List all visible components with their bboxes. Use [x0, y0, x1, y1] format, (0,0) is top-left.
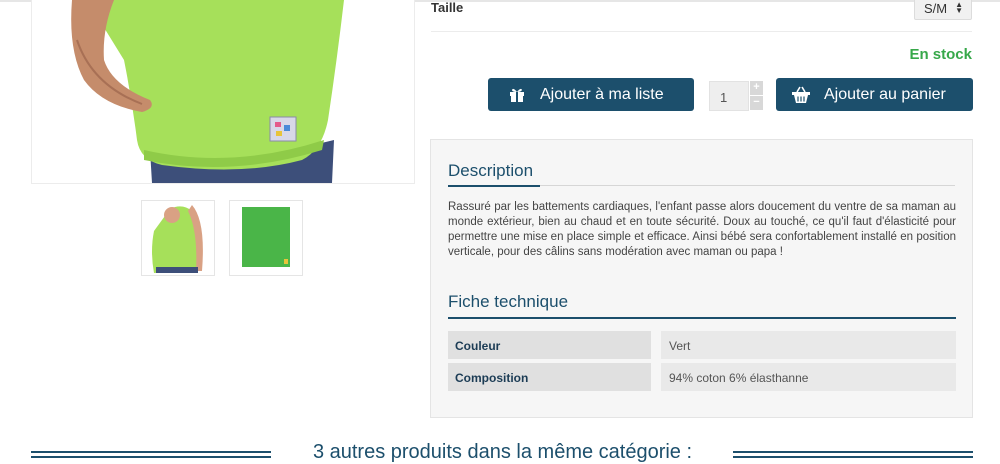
size-selected-value: S/M [924, 1, 948, 16]
heading-line-left [31, 451, 271, 458]
wishlist-button-label: Ajouter à ma liste [540, 85, 664, 103]
thumbnail-image [230, 201, 302, 275]
thumbnail-worn[interactable] [141, 200, 215, 276]
product-photo [32, 0, 414, 183]
quantity-input[interactable]: 1 [709, 81, 749, 111]
description-underline [448, 185, 540, 187]
add-to-cart-button[interactable]: Ajouter au panier [776, 78, 973, 111]
spec-rule [448, 317, 956, 319]
thumbnail-image [142, 201, 214, 275]
quantity-increase-button[interactable]: + [750, 81, 763, 95]
product-main-image[interactable] [31, 0, 415, 184]
spec-value: Vert [661, 331, 956, 359]
thumbnail-flat[interactable] [229, 200, 303, 276]
spec-value: 94% coton 6% élasthanne [661, 363, 956, 391]
description-title: Description [448, 161, 534, 180]
product-details-panel: Description Rassuré par les battements c… [430, 139, 973, 418]
spec-row: Composition 94% coton 6% élasthanne [448, 363, 956, 391]
related-products-heading: 3 autres produits dans la même catégorie… [312, 441, 693, 463]
description-text: Rassuré par les battements cardiaques, l… [448, 201, 956, 258]
divider [431, 31, 972, 32]
quantity-decrease-button[interactable]: − [750, 96, 763, 110]
add-to-wishlist-button[interactable]: Ajouter à ma liste [488, 78, 694, 111]
stock-status: En stock [909, 46, 972, 63]
spec-name: Composition [448, 363, 651, 391]
heading-line-right [733, 451, 973, 458]
spec-name: Couleur [448, 331, 651, 359]
spec-row: Couleur Vert [448, 331, 956, 359]
spec-title: Fiche technique [448, 292, 569, 311]
cart-button-label: Ajouter au panier [824, 85, 946, 103]
gift-icon [506, 85, 528, 105]
select-arrows-icon: ▲ ▼ [955, 0, 963, 15]
size-label: Taille [431, 0, 464, 15]
basket-icon [790, 85, 812, 105]
size-select[interactable]: S/M ▲ ▼ [914, 0, 972, 20]
